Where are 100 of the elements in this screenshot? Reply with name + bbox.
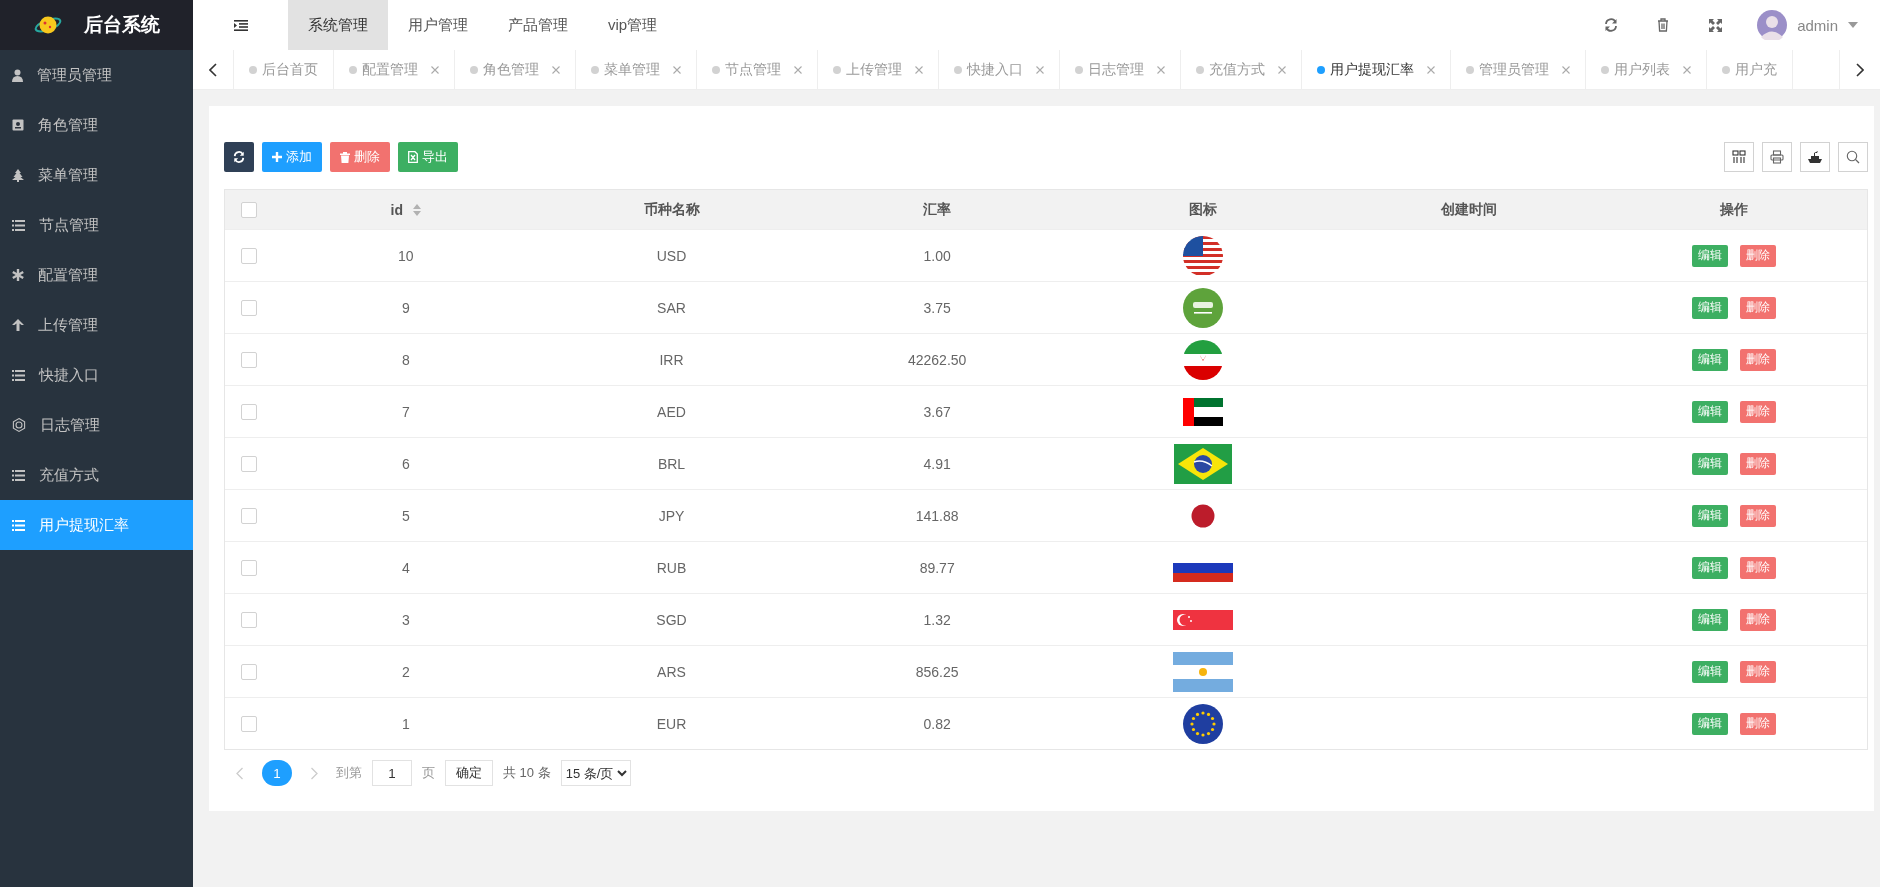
dot-icon (1466, 65, 1474, 74)
page-size-select[interactable]: 15 条/页 (560, 760, 631, 786)
delete-button[interactable]: 删除 (1740, 608, 1777, 631)
print-button[interactable] (1762, 142, 1792, 172)
sidebar-item[interactable]: 配置管理 (0, 250, 193, 300)
delete-button[interactable]: 删除 (1740, 660, 1777, 683)
edit-button[interactable]: 编辑 (1692, 400, 1729, 423)
prev-page-icon[interactable] (236, 766, 244, 780)
checkbox[interactable] (241, 201, 257, 218)
sidebar-item[interactable]: 节点管理 (0, 200, 193, 250)
page-tab[interactable]: 日志管理 (1060, 50, 1181, 89)
delete-button[interactable]: 删除 (1740, 400, 1777, 423)
table-cell: 141.88 (915, 507, 959, 524)
checkbox[interactable] (241, 715, 257, 732)
page-tab[interactable]: 节点管理 (697, 50, 818, 89)
close-icon[interactable] (552, 65, 560, 74)
checkbox[interactable] (241, 559, 257, 576)
delete-button[interactable]: 删除 (330, 142, 390, 172)
page-tab[interactable]: 上传管理 (818, 50, 939, 89)
nav-tab[interactable]: 用户管理 (388, 0, 488, 50)
delete-button[interactable]: 删除 (1740, 244, 1777, 267)
user-menu[interactable]: admin (1741, 0, 1880, 50)
checkbox[interactable] (241, 247, 257, 264)
checkbox[interactable] (241, 507, 257, 524)
caret-icon (1848, 22, 1858, 28)
edit-button[interactable]: 编辑 (1692, 504, 1729, 527)
close-icon[interactable] (1157, 65, 1165, 74)
edit-button[interactable]: 编辑 (1692, 244, 1729, 267)
nav-tab[interactable]: vip管理 (588, 0, 678, 50)
close-icon[interactable] (431, 65, 439, 74)
edit-button[interactable]: 编辑 (1692, 608, 1729, 631)
edit-button[interactable]: 编辑 (1692, 348, 1729, 371)
delete-button[interactable]: 删除 (1740, 556, 1777, 579)
sidebar-item[interactable]: 菜单管理 (0, 150, 193, 200)
sort-icon[interactable] (413, 203, 422, 216)
page-tab[interactable]: 角色管理 (455, 50, 576, 89)
trash-icon[interactable] (1657, 18, 1670, 32)
delete-button[interactable]: 删除 (1740, 712, 1777, 735)
page-tab[interactable]: 用户提现汇率 (1302, 50, 1451, 89)
close-icon[interactable] (673, 65, 681, 74)
nav-tab[interactable]: 产品管理 (488, 0, 588, 50)
checkbox[interactable] (241, 351, 257, 368)
page-tab[interactable]: 用户充 (1707, 50, 1793, 89)
page-tab[interactable]: 菜单管理 (576, 50, 697, 89)
edit-button[interactable]: 编辑 (1692, 452, 1729, 475)
page-tab[interactable]: 用户列表 (1586, 50, 1707, 89)
fullscreen-icon[interactable] (1708, 18, 1722, 32)
confirm-button[interactable]: 确定 (445, 760, 493, 786)
close-icon[interactable] (794, 65, 802, 74)
flag-icon (1172, 651, 1233, 692)
close-icon[interactable] (1562, 65, 1570, 74)
edit-button[interactable]: 编辑 (1692, 296, 1729, 319)
delete-button[interactable]: 删除 (1740, 348, 1777, 371)
export-button[interactable] (1800, 142, 1830, 172)
page-unit-label: 页 (422, 764, 435, 782)
table-cell: EUR (656, 715, 687, 732)
checkbox[interactable] (241, 611, 257, 628)
columns-button[interactable] (1724, 142, 1754, 172)
scroll-left-icon[interactable] (209, 62, 217, 77)
edit-button[interactable]: 编辑 (1692, 660, 1729, 683)
checkbox[interactable] (241, 403, 257, 420)
delete-button[interactable]: 删除 (1740, 452, 1777, 475)
delete-button[interactable]: 删除 (1740, 296, 1777, 319)
page-tab[interactable]: 管理员管理 (1451, 50, 1586, 89)
close-icon[interactable] (1427, 65, 1435, 74)
next-page-icon[interactable] (310, 766, 318, 780)
add-button[interactable]: 添加 (262, 142, 322, 172)
menu-icon[interactable] (233, 19, 248, 31)
page-tab[interactable]: 配置管理 (334, 50, 455, 89)
export-button[interactable]: 导出 (398, 142, 458, 172)
sidebar-item[interactable]: 用户提现汇率 (0, 500, 193, 550)
table-cell: 4.91 (923, 455, 951, 472)
close-icon[interactable] (1683, 65, 1691, 74)
search-button[interactable] (1838, 142, 1868, 172)
sidebar-item[interactable]: 角色管理 (0, 100, 193, 150)
sidebar-item[interactable]: 上传管理 (0, 300, 193, 350)
checkbox[interactable] (241, 663, 257, 680)
checkbox[interactable] (241, 455, 257, 472)
sidebar-item[interactable]: 管理员管理 (0, 50, 193, 100)
close-icon[interactable] (1036, 65, 1044, 74)
sidebar-item[interactable]: 充值方式 (0, 450, 193, 500)
nav-tab[interactable]: 系统管理 (288, 0, 388, 50)
page-tab[interactable]: 充值方式 (1181, 50, 1302, 89)
table-cell: 2 (401, 663, 410, 680)
sidebar-item[interactable]: 快捷入口 (0, 350, 193, 400)
column-header: 币种名称 (643, 200, 700, 219)
checkbox[interactable] (241, 299, 257, 316)
page-tab[interactable]: 后台首页 (234, 50, 334, 89)
edit-button[interactable]: 编辑 (1692, 712, 1729, 735)
page-input[interactable]: 1 (372, 760, 412, 786)
close-icon[interactable] (1278, 65, 1286, 74)
sidebar-item[interactable]: 日志管理 (0, 400, 193, 450)
page-tab[interactable]: 快捷入口 (939, 50, 1060, 89)
delete-button[interactable]: 删除 (1740, 504, 1777, 527)
scroll-right-icon[interactable] (1856, 62, 1864, 77)
refresh-button[interactable] (224, 142, 254, 172)
edit-button[interactable]: 编辑 (1692, 556, 1729, 579)
refresh-icon[interactable] (1604, 18, 1619, 32)
close-icon[interactable] (915, 65, 923, 74)
page-button[interactable]: 1 (262, 760, 292, 786)
